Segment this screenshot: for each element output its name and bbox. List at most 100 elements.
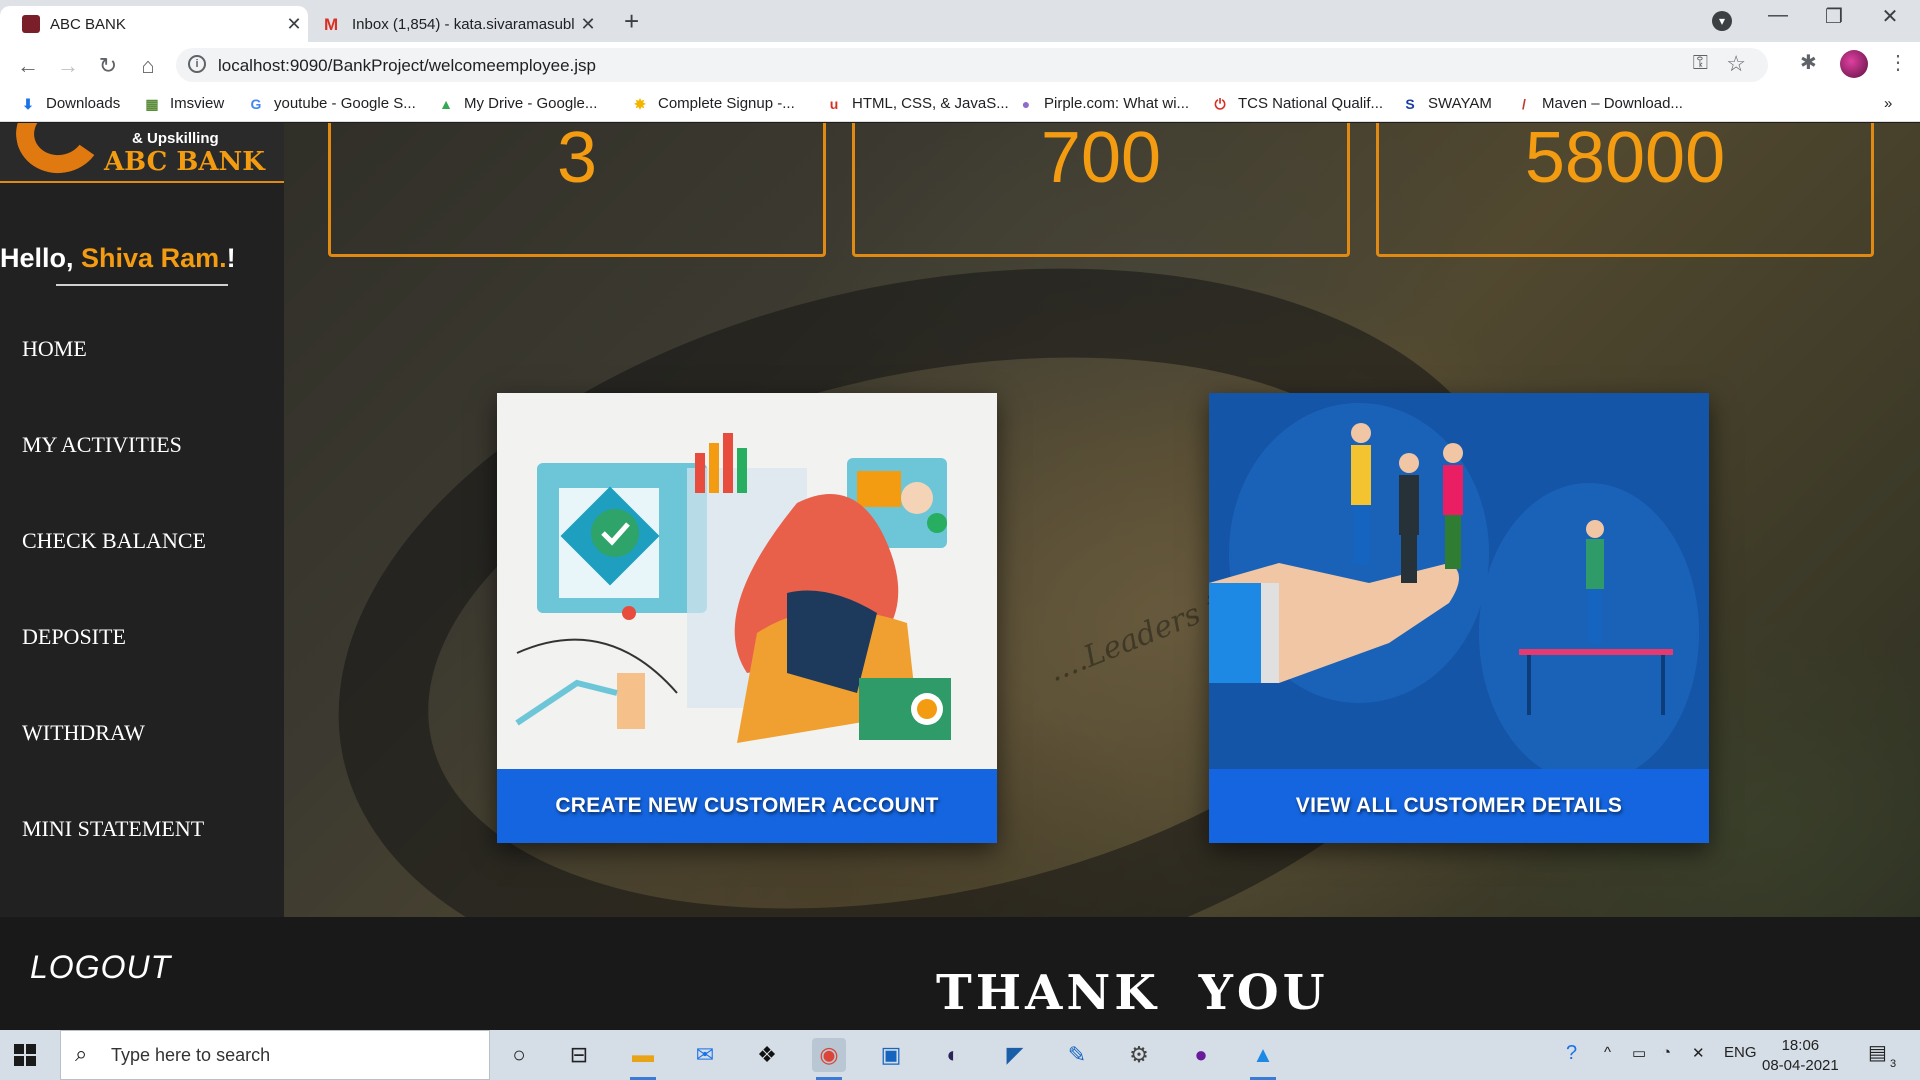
browser-toolbar: ← → ↻ ⌂ i localhost:9090/BankProject/wel… [0,42,1920,88]
tab-inbox[interactable]: M Inbox (1,854) - kata.sivaramasubl ✕ [310,6,602,42]
create-account-card[interactable]: CREATE NEW CUSTOMER ACCOUNT [497,393,997,843]
user-name: Shiva Ram. [81,243,227,273]
bookmark-downloads[interactable]: ⬇ Downloads [20,95,120,112]
tab-title: ABC BANK [50,15,126,33]
menu-kebab-icon[interactable]: ⋮ [1888,50,1908,75]
bookmark-pirple[interactable]: ● Pirple.com: What wi... [1018,95,1189,112]
stat-box-3: 58000 [1376,123,1874,257]
greeting-end: ! [226,243,236,273]
clock-time: 18:06 [1781,1037,1820,1054]
photos-icon[interactable]: ▲ [1246,1038,1280,1080]
notepad-icon[interactable]: ✎ [1060,1038,1094,1072]
menu-deposite[interactable]: DEPOSITE [22,624,126,650]
bookmarks-bar: ⬇ Downloads ▦ Imsview Gyoutube - Google S.… [0,88,1920,122]
mail-icon[interactable]: ✉ [688,1038,722,1072]
back-arrow-icon[interactable]: ← [12,50,44,82]
site-info-icon[interactable]: i [188,55,206,73]
logout-link[interactable]: LOGOUT [30,949,171,986]
profile-avatar[interactable] [1840,50,1868,78]
bookmark-swayam[interactable]: S SWAYAM [1402,95,1492,112]
github-icon[interactable]: ● [1184,1038,1218,1072]
stat-box-1: 3 [328,123,826,257]
bookmark-my-drive[interactable]: ▲ My Drive - Google... [438,95,597,112]
abc-bank-favicon-icon [22,15,40,33]
menu-check-balance[interactable]: CHECK BALANCE [22,528,206,554]
windows-taskbar: ⌕ Type here to search ○ ⊟ ▬ ✉ ❖ ◉ ▣ ◐ ◤ … [0,1030,1920,1080]
reload-icon[interactable]: ↻ [92,50,124,82]
file-explorer-icon[interactable]: ▬ [626,1038,660,1080]
home-icon[interactable]: ⌂ [132,50,164,82]
bookmark-imsview[interactable]: ▦ Imsview [144,95,224,112]
menu-mini-statement[interactable]: MINI STATEMENT [22,816,204,842]
language-indicator[interactable]: ENG [1724,1044,1757,1061]
cortana-icon[interactable]: ○ [502,1038,536,1072]
tcs-icon: ⏻ [1214,95,1226,112]
bookmark-maven[interactable]: / Maven – Download... [1516,95,1683,112]
extensions-puzzle-icon[interactable]: ✱ [1800,50,1817,75]
forward-arrow-icon[interactable]: → [52,50,84,82]
vscode-icon[interactable]: ◤ [998,1038,1032,1072]
url-text[interactable]: localhost:9090/BankProject/welcomeemploy… [218,56,596,76]
wifi-icon[interactable]: ◔ [1662,1044,1671,1061]
bank-page: ....Leaders in Tech 3 700 58000 CREATE N… [0,123,1920,1030]
tray-chevron-up-icon[interactable]: ^ [1604,1044,1611,1061]
page-footer: LOGOUT THANK YOU [0,917,1920,1030]
menu-my-activities[interactable]: MY ACTIVITIES [22,432,182,458]
logo-name: ABC BANK [104,147,265,177]
view-customers-illustration [1209,393,1709,769]
create-account-button[interactable]: CREATE NEW CUSTOMER ACCOUNT [497,769,997,843]
tab-close-icon[interactable]: ✕ [574,14,602,35]
close-window-icon[interactable]: ✕ [1862,4,1918,29]
google-drive-icon: ▲ [439,95,453,112]
view-customers-card[interactable]: VIEW ALL CUSTOMER DETAILS [1209,393,1709,843]
battery-icon[interactable]: ▭ [1632,1044,1646,1062]
bookmark-star-icon[interactable]: ☆ [1726,51,1746,77]
view-customers-button[interactable]: VIEW ALL CUSTOMER DETAILS [1209,769,1709,843]
tab-title: Inbox (1,854) - kata.sivaramasubl [352,15,574,33]
tab-close-icon[interactable]: ✕ [280,14,308,35]
settings-gear-icon[interactable]: ⚙ [1122,1038,1156,1072]
app-icon[interactable]: ▣ [874,1038,908,1072]
help-icon[interactable]: ? [1566,1042,1577,1065]
sidebar: & Upskilling ABC BANK Hello, Shiva Ram.!… [0,123,284,917]
taskbar-search[interactable]: ⌕ Type here to search [60,1030,490,1080]
bookmark-complete-signup[interactable]: ✸ Complete Signup -... [632,95,795,112]
maven-feather-icon: / [1522,95,1526,112]
swayam-icon: S [1405,95,1415,112]
abc-bank-logo: & Upskilling ABC BANK [0,123,284,183]
clock-date: 08-04-2021 [1762,1057,1839,1074]
new-tab-plus-icon[interactable]: + [624,6,639,37]
bookmark-youtube-google[interactable]: Gyoutube - Google S... [248,95,416,112]
google-icon: G [250,95,262,112]
bookmark-html-css-js[interactable]: u HTML, CSS, & JavaS... [826,95,1009,112]
password-key-icon[interactable]: ⚿ [1693,52,1708,75]
thank-you-text: THANK YOU [936,965,1329,1021]
clock[interactable]: 18:06 08-04-2021 [1762,1036,1839,1076]
notifications-icon[interactable]: ▤ [1868,1040,1887,1065]
bookmarks-overflow-icon[interactable]: » [1884,95,1892,112]
address-bar[interactable]: i localhost:9090/BankProject/welcomeempl… [176,48,1768,82]
eclipse-icon[interactable]: ◐ [936,1038,970,1072]
greeting-text: Hello, [0,243,74,273]
greeting-underline [56,284,228,286]
windows-start-icon[interactable] [14,1044,36,1066]
chrome-icon[interactable]: ◉ [812,1038,846,1080]
menu-home[interactable]: HOME [22,336,87,362]
greeting: Hello, Shiva Ram.! [0,243,236,274]
pirple-icon: ● [1021,95,1031,112]
stat-value: 700 [1040,123,1162,198]
dropbox-icon[interactable]: ❖ [750,1038,784,1072]
minimize-icon[interactable]: — [1750,4,1806,27]
notifications-count: 3 [1890,1058,1897,1070]
search-placeholder: Type here to search [111,1045,271,1065]
menu-withdraw[interactable]: WITHDRAW [22,720,145,746]
task-view-icon[interactable]: ⊟ [562,1038,596,1072]
download-icon: ⬇ [22,95,34,112]
bookmark-tcs-national[interactable]: ⏻ TCS National Qualif... [1212,95,1383,112]
restore-icon[interactable]: ❐ [1806,4,1862,29]
tab-abc-bank[interactable]: ABC BANK ✕ [0,6,308,42]
stat-value: 58000 [1524,123,1726,198]
gmail-icon: M [324,15,339,34]
tab-search-icon[interactable]: ▾ [1694,8,1750,31]
volume-muted-icon[interactable]: ✕ [1692,1044,1705,1062]
